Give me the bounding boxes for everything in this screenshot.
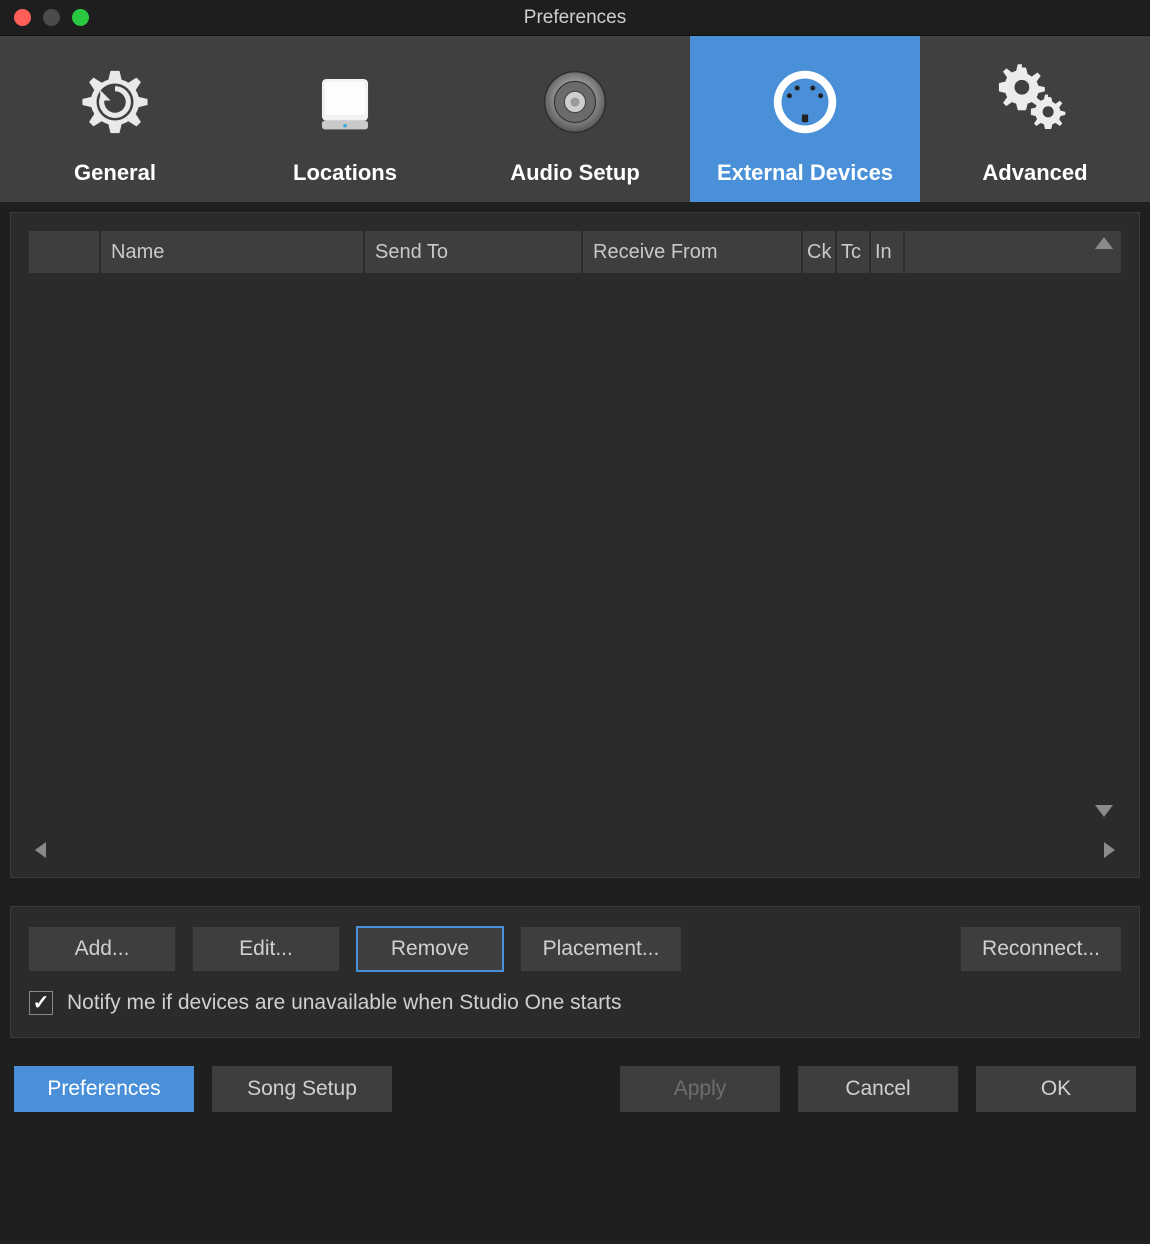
footer-buttons: Preferences Song Setup Apply Cancel OK [10, 1066, 1140, 1112]
col-tc[interactable]: Tc [837, 231, 871, 273]
scroll-right-button[interactable] [1104, 842, 1115, 858]
gears-icon [994, 62, 1076, 142]
drive-icon [309, 62, 381, 142]
devices-panel: Name Send To Receive From Ck Tc In [10, 212, 1140, 878]
titlebar: Preferences [0, 0, 1150, 36]
tab-external-devices[interactable]: External Devices [690, 36, 920, 202]
gear-refresh-icon [78, 62, 152, 142]
tab-label: General [74, 160, 156, 186]
edit-button[interactable]: Edit... [193, 927, 339, 971]
add-button[interactable]: Add... [29, 927, 175, 971]
apply-button[interactable]: Apply [620, 1066, 780, 1112]
traffic-lights [0, 9, 89, 26]
devices-table[interactable]: Name Send To Receive From Ck Tc In [29, 231, 1121, 831]
col-receive-from[interactable]: Receive From [583, 231, 803, 273]
tab-label: Locations [293, 160, 397, 186]
col-send-to[interactable]: Send To [365, 231, 583, 273]
scroll-down-button[interactable] [1095, 805, 1113, 817]
midi-icon [766, 62, 844, 142]
tab-audio-setup[interactable]: Audio Setup [460, 36, 690, 202]
placement-button[interactable]: Placement... [521, 927, 681, 971]
col-blank[interactable] [29, 231, 101, 273]
ok-button[interactable]: OK [976, 1066, 1136, 1112]
preference-tabs: General Locations [0, 36, 1150, 202]
tab-label: Audio Setup [510, 160, 640, 186]
close-window-button[interactable] [14, 9, 31, 26]
zoom-window-button[interactable] [72, 9, 89, 26]
notify-label: Notify me if devices are unavailable whe… [67, 991, 621, 1015]
tab-general[interactable]: General [0, 36, 230, 202]
content-area: Name Send To Receive From Ck Tc In Add..… [0, 202, 1150, 1244]
song-setup-button[interactable]: Song Setup [212, 1066, 392, 1112]
preferences-window: Preferences General [0, 0, 1150, 1244]
preferences-button[interactable]: Preferences [14, 1066, 194, 1112]
col-ck[interactable]: Ck [803, 231, 837, 273]
tab-label: External Devices [717, 160, 893, 186]
remove-button[interactable]: Remove [357, 927, 503, 971]
cancel-button[interactable]: Cancel [798, 1066, 958, 1112]
table-header: Name Send To Receive From Ck Tc In [29, 231, 1121, 273]
tab-advanced[interactable]: Advanced [920, 36, 1150, 202]
scroll-up-button[interactable] [1095, 237, 1113, 249]
col-in[interactable]: In [871, 231, 905, 273]
horizontal-scrollbar[interactable] [29, 841, 1121, 859]
col-name[interactable]: Name [101, 231, 365, 273]
action-buttons: Add... Edit... Remove Placement... Recon… [29, 927, 1121, 971]
notify-checkbox[interactable] [29, 991, 53, 1015]
minimize-window-button[interactable] [43, 9, 60, 26]
actions-panel: Add... Edit... Remove Placement... Recon… [10, 906, 1140, 1038]
scroll-left-button[interactable] [35, 842, 46, 858]
notify-option: Notify me if devices are unavailable whe… [29, 991, 1121, 1015]
col-blank2[interactable] [905, 231, 1121, 273]
reconnect-button[interactable]: Reconnect... [961, 927, 1121, 971]
tab-locations[interactable]: Locations [230, 36, 460, 202]
window-title: Preferences [0, 7, 1150, 29]
tab-label: Advanced [982, 160, 1087, 186]
speaker-icon [537, 62, 613, 142]
